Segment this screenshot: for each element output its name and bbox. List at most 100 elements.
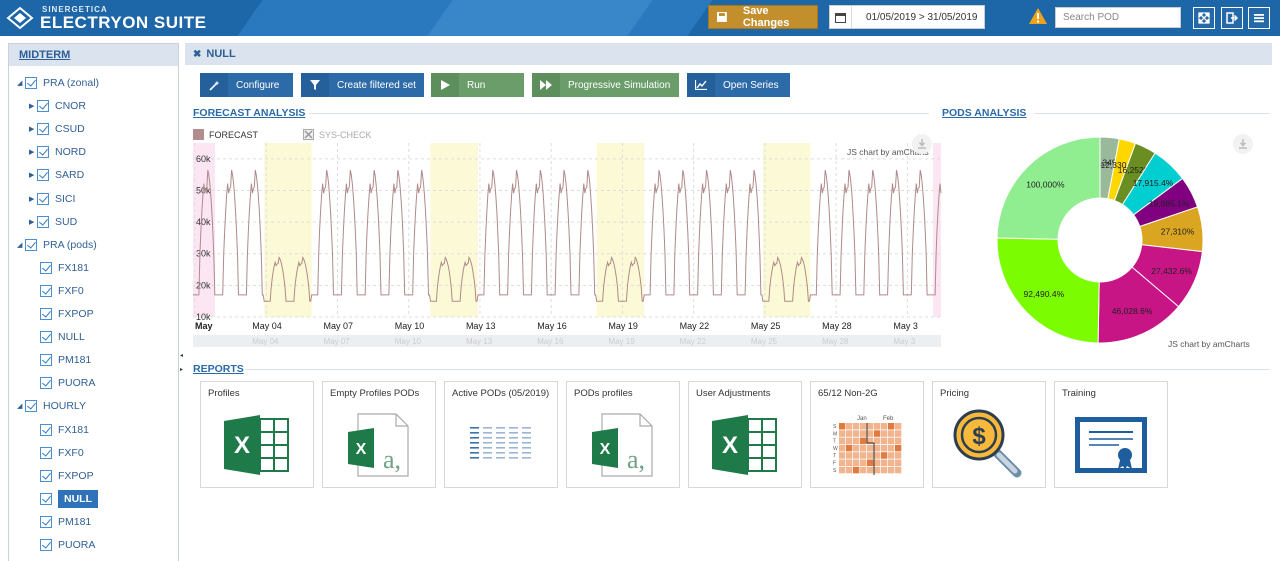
sidebar-item-pm181[interactable]: PM181 — [29, 351, 91, 369]
excel-file-icon: Xa, — [323, 406, 435, 484]
search-pod-input[interactable] — [1055, 7, 1181, 28]
collapsed-arrow-icon[interactable]: ▶ — [29, 102, 37, 110]
checkbox[interactable] — [25, 238, 37, 251]
scrollbar-tick-label: May 13 — [466, 337, 493, 346]
x-tick-label: May 25 — [751, 321, 781, 331]
checkbox[interactable] — [40, 284, 52, 297]
logout-button[interactable] — [1221, 7, 1243, 29]
sidebar-item-sard[interactable]: ▶ SARD — [29, 166, 84, 184]
sidebar-item-nord[interactable]: ▶ NORD — [29, 143, 86, 161]
y-tick-label: 30k — [196, 249, 211, 259]
x-tick-label: May 19 — [608, 321, 638, 331]
sidebar-item-sud[interactable]: ▶ SUD — [29, 213, 77, 231]
run-button[interactable]: Run — [431, 73, 524, 97]
checkbox[interactable] — [37, 146, 49, 159]
warning-icon[interactable] — [1028, 7, 1048, 25]
report-card-pods-profiles[interactable]: PODs profiles Xa, — [566, 381, 680, 488]
report-card-empty-profiles-pods[interactable]: Empty Profiles PODs Xa, — [322, 381, 436, 488]
checkbox[interactable] — [40, 515, 52, 528]
sidebar-item-fxf0[interactable]: FXF0 — [29, 444, 84, 462]
report-card-active-pods-05-2019[interactable]: Active PODs (05/2019) — [444, 381, 558, 488]
checkbox[interactable] — [25, 77, 37, 89]
report-card-training[interactable]: Training — [1054, 381, 1168, 488]
checkbox[interactable] — [40, 377, 52, 390]
sidebar-item-label: PM181 — [58, 515, 92, 528]
expanded-arrow-icon[interactable]: ◢ — [17, 402, 25, 410]
pricing-magnifier-icon: $ — [933, 406, 1045, 484]
checkbox[interactable] — [40, 423, 52, 436]
report-card-pricing[interactable]: Pricing $ — [932, 381, 1046, 488]
checkbox[interactable] — [37, 100, 49, 113]
report-card-user-adjustments[interactable]: User Adjustments X — [688, 381, 802, 488]
checkbox[interactable] — [40, 308, 52, 320]
magic-wand-icon — [200, 73, 228, 97]
sidebar-item-csud[interactable]: ▶ CSUD — [29, 120, 85, 138]
menu-button[interactable] — [1248, 7, 1270, 29]
legend-sys-check[interactable]: SYS-CHECK — [303, 129, 372, 140]
excel-icon: X — [201, 406, 313, 484]
configure-button[interactable]: Configure — [200, 73, 293, 97]
sidebar-title[interactable]: MIDTERM — [19, 49, 70, 61]
forecast-analysis-title[interactable]: FORECAST ANALYSIS — [193, 107, 305, 119]
sidebar-item-null[interactable]: NULL — [29, 489, 98, 508]
checkbox[interactable] — [25, 400, 37, 413]
forecast-line-chart[interactable]: 60k50k40k30k20k10kMay May 04 May 07 May 10 M… — [185, 141, 945, 353]
checkbox[interactable] — [40, 492, 52, 505]
checkbox[interactable] — [40, 261, 52, 274]
download-icon[interactable] — [912, 134, 932, 154]
report-label: Active PODs (05/2019) — [452, 388, 550, 399]
collapsed-arrow-icon[interactable]: ▶ — [29, 195, 37, 203]
sidebar-item-puora[interactable]: PUORA — [29, 374, 95, 392]
open-series-button[interactable]: Open Series — [687, 73, 790, 97]
sidebar-item-puora[interactable]: PUORA — [29, 536, 95, 554]
sidebar-item-fx181[interactable]: FX181 — [29, 421, 89, 439]
collapsed-arrow-icon[interactable]: ▶ — [29, 171, 37, 179]
close-icon[interactable]: ✖ — [193, 49, 201, 60]
fullscreen-button[interactable] — [1193, 7, 1215, 29]
collapsed-arrow-icon[interactable]: ▶ — [29, 148, 37, 156]
sidebar-item-pm181[interactable]: PM181 — [29, 513, 91, 531]
sidebar-item-fxpop[interactable]: FXPOP — [29, 467, 94, 485]
checkbox[interactable] — [37, 215, 49, 228]
progressive-simulation-button[interactable]: Progressive Simulation — [532, 73, 679, 97]
checkbox[interactable] — [37, 123, 49, 136]
report-label: Training — [1062, 388, 1096, 399]
pods-analysis-title[interactable]: PODS ANALYSIS — [942, 107, 1026, 119]
expanded-arrow-icon[interactable]: ◢ — [17, 79, 25, 87]
sidebar-item-pra-zonal[interactable]: ◢ PRA (zonal) — [17, 74, 99, 92]
checkbox[interactable] — [40, 469, 52, 482]
checkbox[interactable] — [40, 331, 52, 344]
sidebar-item-fxf0[interactable]: FXF0 — [29, 282, 84, 300]
create-filtered-set-button[interactable]: Create filtered set — [301, 73, 424, 97]
pods-donut-chart[interactable]: 10,349%12,330.3%16,252%17,915.4%19,685.1… — [985, 125, 1215, 355]
sidebar-item-sici[interactable]: ▶ SICI — [29, 190, 75, 208]
sidebar-item-hourly[interactable]: ◢ HOURLY — [17, 397, 86, 415]
date-range-picker[interactable]: 01/05/2019 > 31/05/2019 — [829, 5, 985, 29]
report-label: PODs profiles — [574, 388, 633, 399]
sidebar-item-null[interactable]: NULL — [29, 328, 85, 346]
collapsed-arrow-icon[interactable]: ▶ — [29, 125, 37, 133]
pie-download-icon[interactable] — [1233, 134, 1253, 154]
save-changes-button[interactable]: Save Changes — [708, 5, 818, 29]
sidebar-item-fxpop[interactable]: FXPOP — [29, 305, 94, 323]
create-filtered-set-label: Create filtered set — [337, 79, 416, 91]
checkbox[interactable] — [40, 446, 52, 459]
panel-splitter-icon[interactable]: ◂ ▸ — [180, 353, 184, 393]
checkbox[interactable] — [40, 354, 52, 367]
report-card-profiles[interactable]: Profiles X — [200, 381, 314, 488]
x-tick-label: May 13 — [466, 321, 496, 331]
x-tick-label: May 28 — [822, 321, 852, 331]
pie-chart-credit[interactable]: JS chart by amCharts — [1168, 339, 1250, 349]
checkbox[interactable] — [37, 192, 49, 205]
report-card-65-12-non-2g[interactable]: 65/12 Non-2G Jan Feb S M T W T F S — [810, 381, 924, 488]
scrollbar-tick-label: May 22 — [680, 337, 707, 346]
section-divider — [245, 369, 1270, 370]
expanded-arrow-icon[interactable]: ◢ — [17, 241, 25, 249]
collapsed-arrow-icon[interactable]: ▶ — [29, 218, 37, 226]
legend-forecast[interactable]: FORECAST — [193, 129, 258, 140]
checkbox[interactable] — [37, 169, 49, 182]
sidebar-item-fx181[interactable]: FX181 — [29, 259, 89, 277]
sidebar-item-pra-pods[interactable]: ◢ PRA (pods) — [17, 236, 97, 254]
sidebar-item-cnor[interactable]: ▶ CNOR — [29, 97, 86, 115]
checkbox[interactable] — [40, 539, 52, 551]
